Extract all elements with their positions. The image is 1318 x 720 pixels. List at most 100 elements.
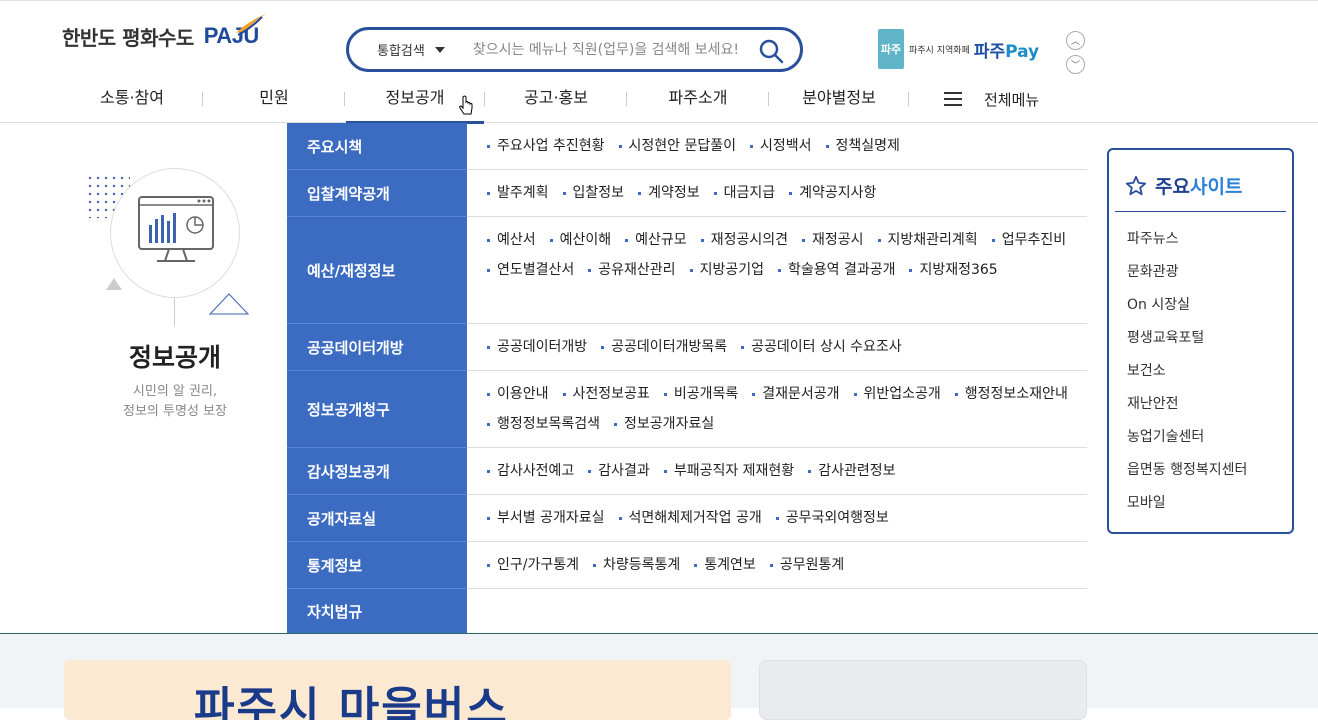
menu-link[interactable]: 정책실명제 bbox=[826, 135, 900, 165]
menu-link[interactable]: 공공데이터 상시 수요조사 bbox=[741, 336, 902, 366]
site-link[interactable]: 모바일 bbox=[1127, 492, 1247, 525]
menu-link[interactable]: 예산서 bbox=[487, 229, 536, 259]
site-link[interactable]: 평생교육포털 bbox=[1127, 327, 1247, 360]
logo-text: 한반도 평화수도 bbox=[62, 25, 194, 50]
menu-row: 공개자료실 부서별 공개자료실 석면해체제거작업 공개 공무국외여행정보 bbox=[287, 495, 1087, 542]
nav-divider bbox=[202, 92, 203, 106]
menu-link[interactable]: 예산규모 bbox=[625, 229, 687, 259]
nav-item-civil[interactable]: 민원 bbox=[204, 78, 344, 124]
nav-item-notice[interactable]: 공고·홍보 bbox=[486, 78, 626, 124]
menu-link[interactable]: 지방채관리계획 bbox=[878, 229, 978, 259]
section-intro: 정보공개 시민의 알 권리, 정보의 투명성 보장 bbox=[62, 160, 288, 430]
menu-link[interactable]: 인구/가구통계 bbox=[487, 554, 579, 584]
nav-item-field-info[interactable]: 분야별정보 bbox=[770, 78, 908, 124]
intro-illustration bbox=[110, 168, 240, 298]
menu-link[interactable]: 비공개목록 bbox=[664, 383, 738, 413]
menu-category[interactable]: 예산/재정정보 bbox=[287, 217, 467, 324]
menu-row: 정보공개청구 이용안내 사전정보공표 비공개목록 결재문서공개 위반업소공개 행… bbox=[287, 371, 1087, 448]
menu-link[interactable]: 감사관련정보 bbox=[808, 460, 895, 490]
search-bar: 통합검색 bbox=[346, 27, 803, 72]
banner-prev-button[interactable]: ︿ bbox=[1066, 31, 1085, 50]
menu-link[interactable]: 발주계획 bbox=[487, 182, 549, 212]
site-link[interactable]: 문화관광 bbox=[1127, 261, 1247, 294]
site-link[interactable]: 읍면동 행정복지센터 bbox=[1127, 459, 1247, 492]
site-logo[interactable]: 한반도 평화수도 PAJU bbox=[62, 13, 268, 57]
menu-link[interactable]: 차량등록통계 bbox=[593, 554, 680, 584]
menu-link[interactable]: 위반업소공개 bbox=[854, 383, 941, 413]
search-icon[interactable] bbox=[758, 38, 784, 64]
menu-category[interactable]: 공개자료실 bbox=[287, 495, 467, 542]
main-nav: 소통·참여 민원 정보공개 공고·홍보 파주소개 분야별정보 전체메뉴 bbox=[62, 78, 1062, 124]
menu-category[interactable]: 통계정보 bbox=[287, 542, 467, 589]
site-header: 한반도 평화수도 PAJU 통합검색 파주 파주시 지역화폐 파주Pay ︿ ﹀… bbox=[0, 0, 1318, 124]
menu-link[interactable]: 재정공시 bbox=[802, 229, 864, 259]
menu-link[interactable]: 업무추진비 bbox=[992, 229, 1066, 259]
menu-link[interactable]: 석면해체제거작업 공개 bbox=[619, 507, 762, 537]
major-sites-title: 주요사이트 bbox=[1155, 172, 1242, 199]
menu-link[interactable]: 부서별 공개자료실 bbox=[487, 507, 605, 537]
menu-category[interactable]: 공공데이터개방 bbox=[287, 324, 467, 371]
menu-link[interactable]: 행정정보소재안내 bbox=[955, 383, 1068, 413]
menu-link[interactable]: 지방공기업 bbox=[690, 259, 764, 289]
banner-next-button[interactable]: ﹀ bbox=[1066, 55, 1085, 74]
menu-link[interactable]: 감사결과 bbox=[588, 460, 650, 490]
menu-link[interactable]: 학술용역 결과공개 bbox=[778, 259, 896, 289]
site-link[interactable]: 농업기술센터 bbox=[1127, 426, 1247, 459]
menu-link[interactable]: 공공데이터개방목록 bbox=[601, 336, 727, 366]
menu-link[interactable]: 입찰정보 bbox=[563, 182, 625, 212]
section-description-line: 시민의 알 권리, bbox=[132, 384, 218, 399]
menu-links: 감사사전예고 감사결과 부패공직자 제재현황 감사관련정보 bbox=[467, 448, 1087, 494]
menu-link[interactable]: 시정현안 문답풀이 bbox=[619, 135, 737, 165]
menu-link[interactable]: 대금지급 bbox=[714, 182, 776, 212]
logo-mark: PAJU bbox=[204, 13, 268, 49]
menu-row: 주요시책 주요사업 추진현황 시정현안 문답풀이 시정백서 정책실명제 bbox=[287, 123, 1087, 170]
search-category-select[interactable]: 통합검색 bbox=[377, 40, 445, 59]
menu-category[interactable]: 감사정보공개 bbox=[287, 448, 467, 495]
major-sites-title-b: 사이트 bbox=[1189, 176, 1243, 198]
paju-pay-card-icon: 파주 bbox=[878, 29, 904, 69]
menu-category[interactable]: 자치법규 bbox=[287, 589, 467, 634]
site-link[interactable]: 보건소 bbox=[1127, 360, 1247, 393]
menu-link[interactable]: 공공데이터개방 bbox=[487, 336, 587, 366]
menu-link[interactable]: 감사사전예고 bbox=[487, 460, 574, 490]
menu-link[interactable]: 계약공지사항 bbox=[789, 182, 876, 212]
menu-link[interactable]: 부패공직자 제재현황 bbox=[664, 460, 794, 490]
menu-link[interactable]: 공유재산관리 bbox=[588, 259, 675, 289]
mega-menu: 주요시책 주요사업 추진현황 시정현안 문답풀이 시정백서 정책실명제 입찰계약… bbox=[287, 123, 1087, 634]
menu-link[interactable]: 사전정보공표 bbox=[563, 383, 650, 413]
site-link[interactable]: On 시장실 bbox=[1127, 294, 1247, 327]
menu-link[interactable]: 공무원통계 bbox=[770, 554, 844, 584]
menu-category[interactable]: 입찰계약공개 bbox=[287, 170, 467, 217]
menu-category[interactable]: 정보공개청구 bbox=[287, 371, 467, 448]
menu-link[interactable]: 연도별결산서 bbox=[487, 259, 574, 289]
menu-row: 자치법규 bbox=[287, 589, 1087, 634]
all-menu-button[interactable]: 전체메뉴 bbox=[944, 78, 1039, 120]
menu-link[interactable]: 재정공시의견 bbox=[701, 229, 788, 259]
caret-down-icon bbox=[434, 46, 445, 53]
menu-links: 인구/가구통계 차량등록통계 통계연보 공무원통계 bbox=[467, 542, 1087, 588]
menu-category[interactable]: 주요시책 bbox=[287, 123, 467, 170]
nav-divider bbox=[908, 92, 909, 106]
menu-link[interactable]: 행정정보목록검색 bbox=[487, 413, 600, 443]
menu-link[interactable]: 정보공개자료실 bbox=[614, 413, 714, 443]
search-input[interactable] bbox=[472, 41, 743, 58]
menu-link[interactable]: 지방재정365 bbox=[909, 259, 997, 289]
menu-link[interactable]: 공무국외여행정보 bbox=[776, 507, 889, 537]
menu-link[interactable]: 예산이해 bbox=[550, 229, 612, 259]
bus-banner[interactable]: 파주시 마을버스 bbox=[64, 660, 731, 720]
site-link[interactable]: 파주뉴스 bbox=[1127, 228, 1247, 261]
menu-link[interactable]: 결재문서공개 bbox=[752, 383, 839, 413]
nav-item-communication[interactable]: 소통·참여 bbox=[62, 78, 202, 124]
menu-link[interactable]: 시정백서 bbox=[750, 135, 812, 165]
menu-link[interactable]: 계약정보 bbox=[638, 182, 700, 212]
site-link[interactable]: 재난안전 bbox=[1127, 393, 1247, 426]
menu-row: 입찰계약공개 발주계획 입찰정보 계약정보 대금지급 계약공지사항 bbox=[287, 170, 1087, 217]
nav-divider bbox=[484, 92, 485, 106]
nav-item-about[interactable]: 파주소개 bbox=[628, 78, 768, 124]
paju-pay-banner[interactable]: 파주 파주시 지역화폐 파주Pay bbox=[878, 29, 1039, 69]
menu-link[interactable]: 통계연보 bbox=[694, 554, 756, 584]
monitor-chart-icon bbox=[138, 196, 214, 262]
menu-links: 공공데이터개방 공공데이터개방목록 공공데이터 상시 수요조사 bbox=[467, 324, 1087, 370]
menu-link[interactable]: 이용안내 bbox=[487, 383, 549, 413]
menu-link[interactable]: 주요사업 추진현황 bbox=[487, 135, 605, 165]
